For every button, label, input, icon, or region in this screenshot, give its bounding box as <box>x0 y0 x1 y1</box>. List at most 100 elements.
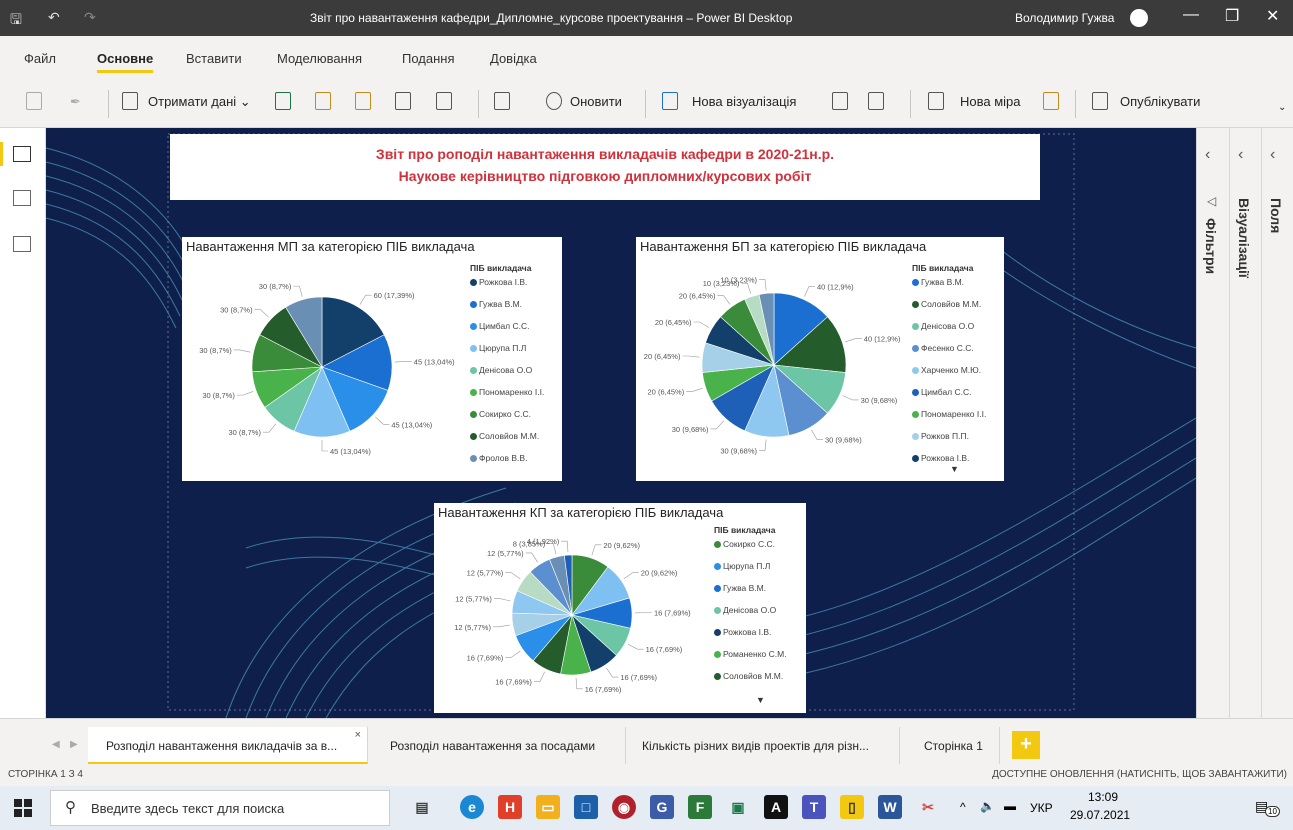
excel-icon[interactable] <box>275 92 291 110</box>
clock-time[interactable]: 13:09 <box>1088 790 1118 804</box>
report-title[interactable]: Звіт про роподіл навантаження викладачів… <box>170 134 1040 200</box>
enter-data-icon[interactable] <box>395 92 411 110</box>
data-view-icon[interactable] <box>13 190 31 206</box>
add-page-button[interactable]: + <box>1012 731 1040 759</box>
get-data-button[interactable]: Отримати дані ⌄ <box>148 94 251 110</box>
user-name[interactable]: Володимир Гужва <box>1015 11 1114 25</box>
menu-home[interactable]: Основне <box>97 51 154 73</box>
transform-data-icon[interactable] <box>494 92 510 110</box>
more-visuals-icon[interactable] <box>868 92 884 110</box>
chat-icon[interactable]: ▣ <box>726 795 750 819</box>
sql-icon[interactable] <box>355 92 371 110</box>
legend-item[interactable]: Харченко М.Ю. <box>912 365 981 375</box>
task-view-icon[interactable]: ▤ <box>410 795 434 819</box>
legend-item[interactable]: Гужва В.М. <box>912 277 964 287</box>
legend-item[interactable]: Рожкова І.В. <box>912 453 969 463</box>
app-red-icon[interactable]: ◉ <box>612 795 636 819</box>
quick-measure-icon[interactable] <box>1043 92 1059 110</box>
refresh-button[interactable]: Оновити <box>570 94 622 109</box>
menu-help[interactable]: Довідка <box>490 51 537 66</box>
dataset-icon[interactable] <box>315 92 331 110</box>
legend-item[interactable]: Фесенко С.С. <box>912 343 974 353</box>
language-indicator[interactable]: УКР <box>1030 801 1053 815</box>
legend-item[interactable]: Цимбал С.С. <box>470 321 530 331</box>
legend-item[interactable]: Цюрупа П.Л <box>470 343 526 353</box>
app-window-icon[interactable]: □ <box>574 795 598 819</box>
report-canvas[interactable]: Звіт про роподіл навантаження викладачів… <box>46 128 1196 718</box>
file-explorer-icon[interactable]: ▭ <box>536 795 560 819</box>
tab-page-3[interactable]: Кількість різних видів проектів для різн… <box>626 727 900 765</box>
taskbar-search-input[interactable]: ⚲ Введите здесь текст для поиска <box>50 790 390 826</box>
new-measure-button[interactable]: Нова міра <box>960 94 1021 109</box>
legend-item[interactable]: Цюрупа П.Л <box>714 561 770 571</box>
legend-scroll-icon[interactable]: ▼ <box>756 695 765 705</box>
new-visual-button[interactable]: Нова візуалізація <box>692 94 796 109</box>
update-available-link[interactable]: ДОСТУПНЕ ОНОВЛЕННЯ (НАТИСНІТЬ, ЩОБ ЗАВАН… <box>992 769 1287 780</box>
legend-item[interactable]: Рожкова І.В. <box>714 627 771 637</box>
minimize-icon[interactable]: — <box>1183 6 1199 24</box>
legend-item[interactable]: Денісова О.О <box>912 321 974 331</box>
legend-item[interactable]: Романенко С.М. <box>714 649 787 659</box>
legend-item[interactable]: Денісова О.О <box>714 605 776 615</box>
paste-icon[interactable] <box>26 92 42 110</box>
chevron-left-icon[interactable]: ‹ <box>1205 146 1210 164</box>
snipping-tool-icon[interactable]: ✂ <box>916 795 940 819</box>
app-a-icon[interactable]: A <box>764 795 788 819</box>
tab-page-2[interactable]: Розподіл навантаження за посадами <box>368 727 626 765</box>
chevron-left-icon[interactable]: ‹ <box>1238 146 1243 164</box>
model-view-icon[interactable] <box>13 236 31 252</box>
avatar[interactable] <box>1130 9 1148 27</box>
word-icon[interactable]: W <box>878 795 902 819</box>
undo-icon[interactable]: ↶ <box>48 9 60 26</box>
legend-item[interactable]: Сокирко С.С. <box>714 539 775 549</box>
teams-icon[interactable]: T <box>802 795 826 819</box>
chart-mp[interactable]: Навантаження МП за категорією ПІБ виклад… <box>182 237 562 481</box>
text-box-icon[interactable] <box>832 92 848 110</box>
publish-button[interactable]: Опублікувати <box>1120 94 1200 109</box>
network-icon[interactable]: ▬ <box>1004 799 1016 813</box>
tabs-next-icon[interactable]: ▶ <box>70 739 78 750</box>
legend-item[interactable]: Пономаренко І.І. <box>470 387 544 397</box>
app-h-icon[interactable]: H <box>498 795 522 819</box>
tab-page-4[interactable]: Сторінка 1 <box>900 727 1000 765</box>
tabs-prev-icon[interactable]: ◀ <box>52 739 60 750</box>
menu-file[interactable]: Файл <box>24 51 56 66</box>
notifications-icon[interactable]: ▤ 10 <box>1255 796 1280 820</box>
ribbon-collapse-icon[interactable]: ⌄ <box>1278 102 1286 113</box>
legend-item[interactable]: Гужва В.М. <box>714 583 766 593</box>
filters-pane[interactable]: ‹ ◁ Фільтри <box>1196 128 1229 718</box>
restore-icon[interactable]: ❐ <box>1225 6 1239 26</box>
windows-start-icon[interactable] <box>14 799 32 817</box>
report-view-icon[interactable] <box>13 146 31 162</box>
legend-item[interactable]: Соловйов М.М. <box>714 671 783 681</box>
legend-item[interactable]: Рожкова І.В. <box>470 277 527 287</box>
chevron-left-icon[interactable]: ‹ <box>1270 146 1275 164</box>
fields-pane[interactable]: ‹ Поля <box>1261 128 1293 718</box>
chart-kp[interactable]: Навантаження КП за категорією ПІБ виклад… <box>434 503 806 713</box>
filters-pane-label[interactable]: Фільтри <box>1203 218 1219 274</box>
legend-item[interactable]: Денісова О.О <box>470 365 532 375</box>
redo-icon[interactable]: ↷ <box>84 9 96 26</box>
legend-item[interactable]: Соловйов М.М. <box>470 431 539 441</box>
legend-item[interactable]: Гужва В.М. <box>470 299 522 309</box>
clock-date[interactable]: 29.07.2021 <box>1070 808 1130 822</box>
recent-sources-icon[interactable] <box>436 92 452 110</box>
legend-item[interactable]: Фролов В.В. <box>470 453 527 463</box>
legend-item[interactable]: Цимбал С.С. <box>912 387 972 397</box>
visualizations-pane[interactable]: ‹ Візуалізації <box>1229 128 1261 718</box>
tray-chevron-icon[interactable]: ^ <box>960 800 966 814</box>
fields-pane-label[interactable]: Поля <box>1268 198 1284 233</box>
format-painter-icon[interactable]: ✒ <box>70 94 81 110</box>
visualizations-pane-label[interactable]: Візуалізації <box>1236 198 1252 278</box>
menu-insert[interactable]: Вставити <box>186 51 242 66</box>
menu-modeling[interactable]: Моделювання <box>277 51 362 66</box>
app-f-icon[interactable]: F <box>688 795 712 819</box>
app-g-icon[interactable]: G <box>650 795 674 819</box>
volume-icon[interactable]: 🔈 <box>980 799 995 813</box>
save-icon[interactable]: 🖫 <box>10 9 22 33</box>
menu-view[interactable]: Подання <box>402 51 455 66</box>
close-icon[interactable]: ✕ <box>1266 6 1279 26</box>
power-bi-icon[interactable]: ▯ <box>840 795 864 819</box>
chart-bp[interactable]: Навантаження БП за категорією ПІБ виклад… <box>636 237 1004 481</box>
close-tab-icon[interactable]: × <box>355 729 361 741</box>
